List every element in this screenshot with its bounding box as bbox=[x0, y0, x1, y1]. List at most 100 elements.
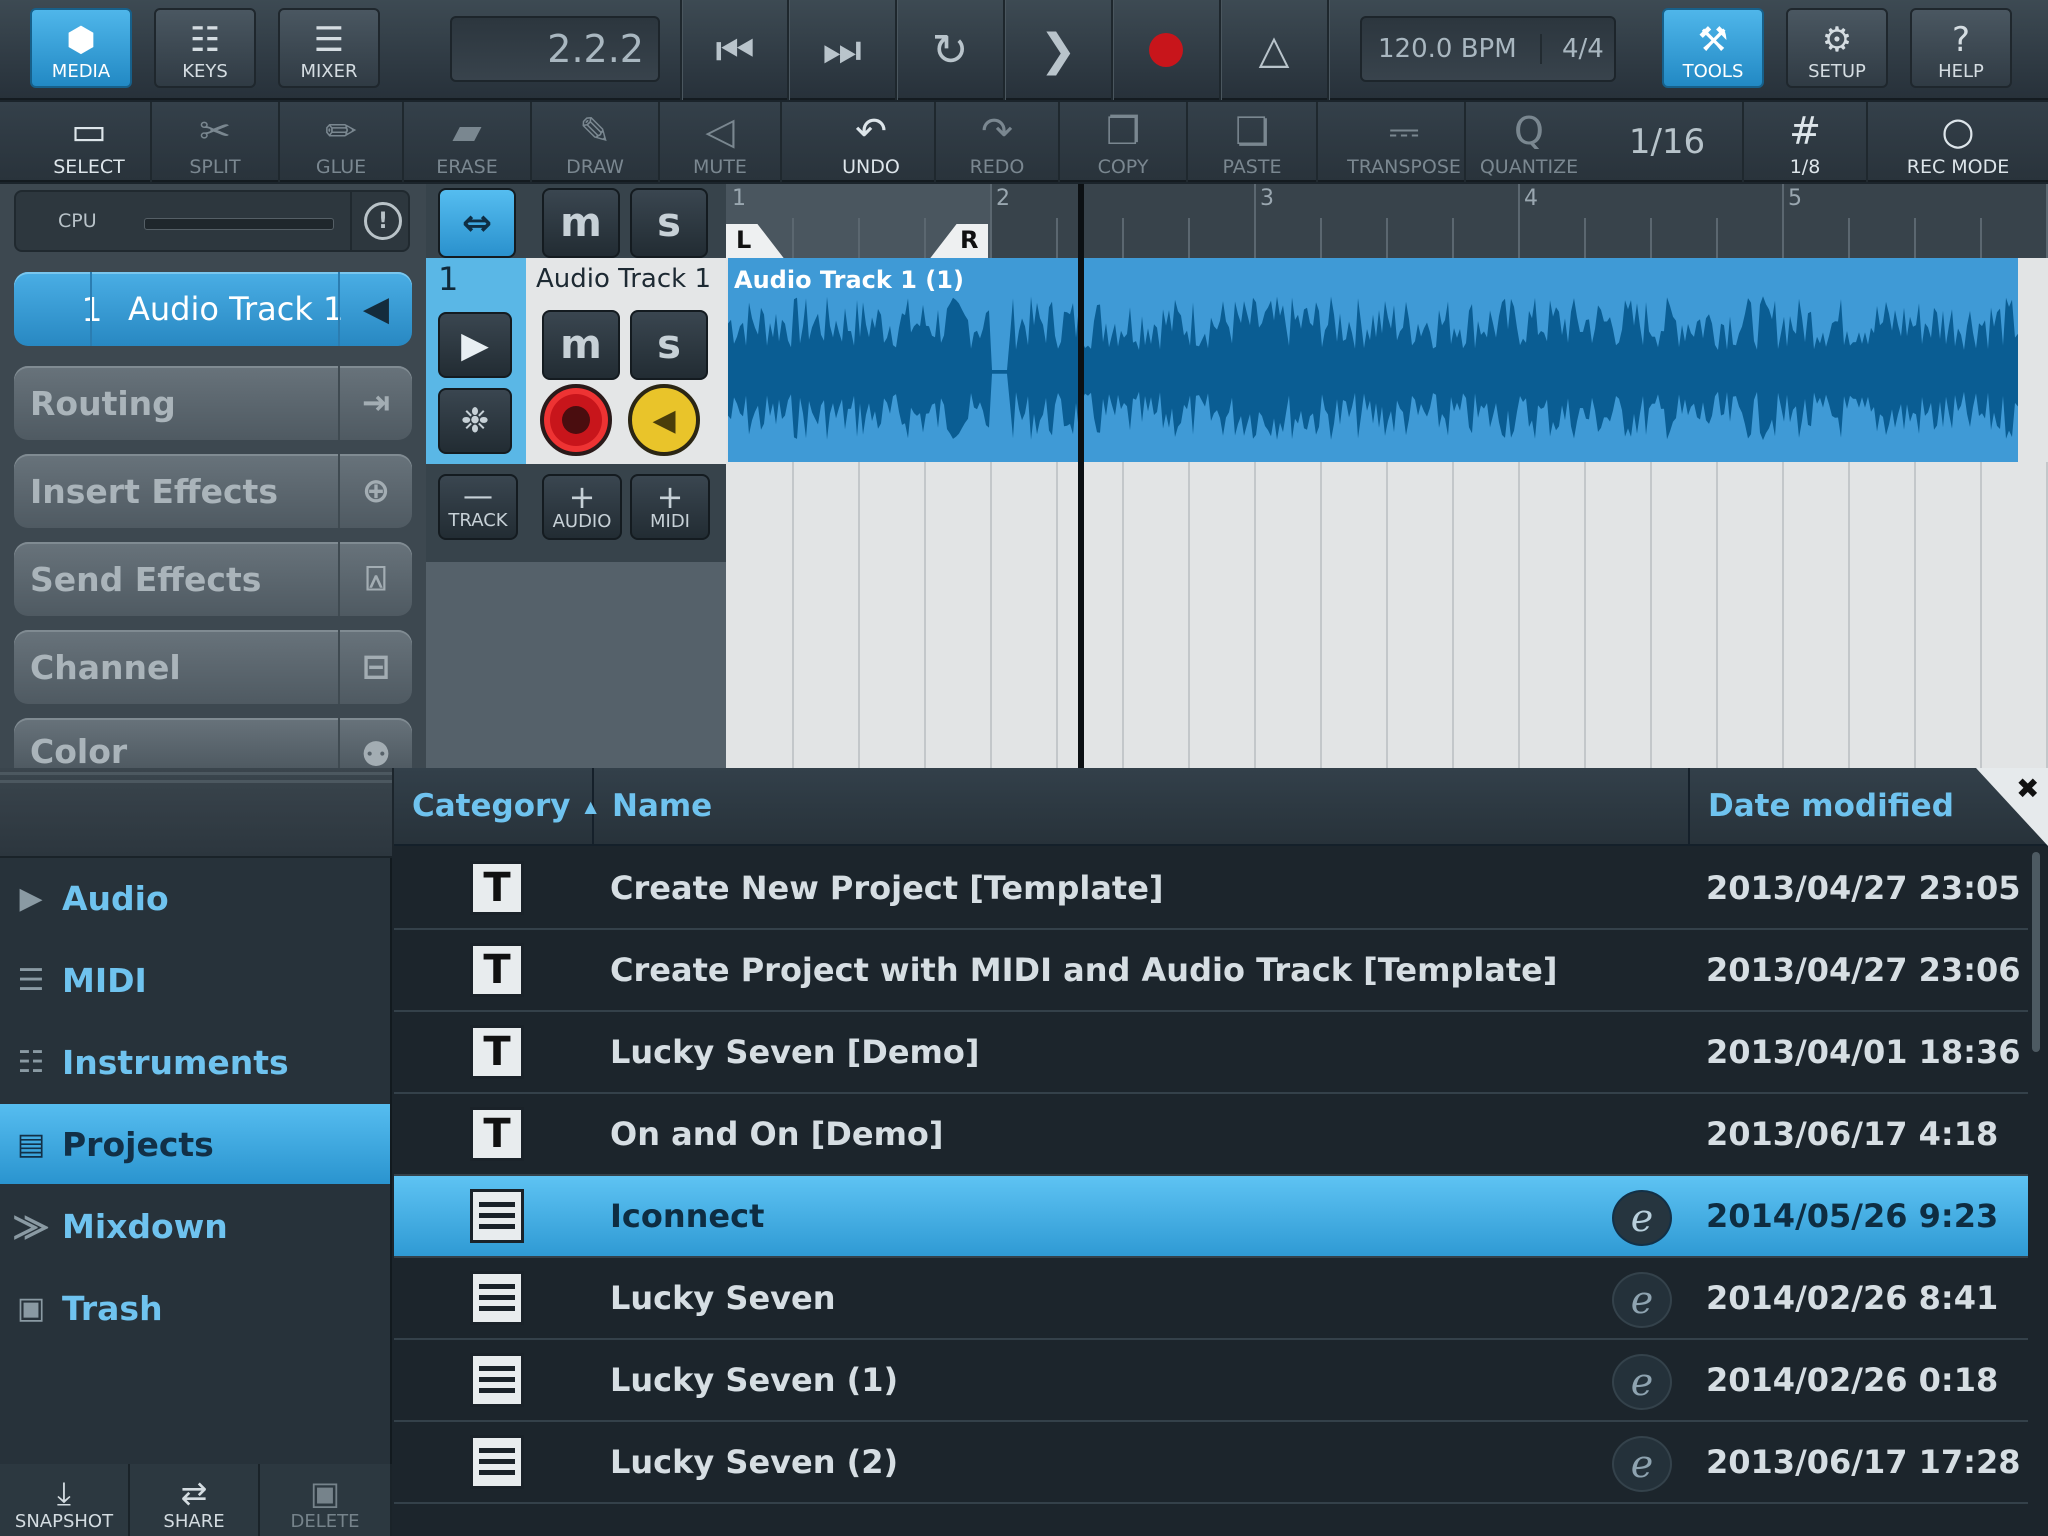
category-mixdown[interactable]: ⨠ Mixdown bbox=[0, 1186, 390, 1266]
loop-button[interactable]: ↻ bbox=[905, 18, 995, 82]
undo-button[interactable]: ↶ UNDO bbox=[808, 102, 936, 182]
tools-button[interactable]: ⚒ TOOLS bbox=[1662, 8, 1764, 88]
draw-label: DRAW bbox=[566, 156, 624, 178]
position-value: 2.2.2 bbox=[547, 27, 644, 71]
media-button[interactable]: ⬢ MEDIA bbox=[30, 8, 132, 88]
insert-effects-button[interactable]: Insert Effects ⊕ bbox=[14, 454, 412, 528]
edit-icon[interactable]: e bbox=[1612, 1190, 1672, 1246]
transpose-button[interactable]: ⎓ TRANSPOSE bbox=[1344, 102, 1466, 182]
media-browser: ▶ Audio ☰ MIDI ☷ Instruments ▤ Projects ⨠ Mix… bbox=[0, 768, 2048, 1536]
audio-clip[interactable]: Audio Track 1 (1) bbox=[728, 258, 2018, 462]
category-trash[interactable]: ▣ Trash bbox=[0, 1268, 390, 1348]
table-row[interactable]: T Create New Project [Template] 2013/04/27… bbox=[394, 848, 2028, 930]
track-expand-button[interactable]: ▶ bbox=[438, 312, 512, 378]
right-locator[interactable]: R bbox=[960, 226, 978, 254]
quantize-button[interactable]: Q QUANTIZE bbox=[1466, 102, 1592, 182]
split-tool[interactable]: ✂ SPLIT bbox=[152, 102, 280, 182]
delete-button[interactable]: ▣ DELETE bbox=[260, 1464, 392, 1536]
draw-tool[interactable]: ✎ DRAW bbox=[532, 102, 660, 182]
global-solo-button[interactable]: s bbox=[630, 188, 708, 258]
collapse-icon[interactable]: ◀ bbox=[338, 272, 412, 346]
category-audio[interactable]: ▶ Audio bbox=[0, 858, 390, 938]
table-row[interactable]: T Lucky Seven [Demo] 2013/04/01 18:36 bbox=[394, 1012, 2028, 1094]
grid-line bbox=[1980, 462, 1982, 768]
date-column-header[interactable]: Date modified bbox=[1690, 768, 2010, 844]
position-display[interactable]: 2.2.2 bbox=[450, 16, 660, 82]
add-audio-track-button[interactable]: + AUDIO bbox=[542, 474, 622, 540]
erase-tool[interactable]: ▰ ERASE bbox=[404, 102, 532, 182]
track-mute-button[interactable]: m bbox=[542, 310, 620, 380]
copy-button[interactable]: ❐ COPY bbox=[1060, 102, 1188, 182]
skip-to-end-button[interactable]: ⏭ bbox=[797, 18, 887, 82]
row-name: Create Project with MIDI and Audio Track… bbox=[610, 951, 1558, 989]
left-locator[interactable]: L bbox=[736, 226, 751, 254]
table-row[interactable]: T On and On [Demo] 2013/06/17 4:18 bbox=[394, 1094, 2028, 1176]
scrollbar[interactable] bbox=[2032, 852, 2040, 1052]
help-button[interactable]: ? HELP bbox=[1910, 8, 2012, 88]
send-effects-button[interactable]: Send Effects ⍓ bbox=[14, 542, 412, 616]
snapshot-button[interactable]: ⤓ SNAPSHOT bbox=[0, 1464, 130, 1536]
table-row[interactable]: T Create Project with MIDI and Audio Trac… bbox=[394, 930, 2028, 1012]
track-settings-button[interactable]: ❉ bbox=[438, 388, 512, 454]
play-button[interactable]: ❯ bbox=[1013, 18, 1103, 82]
routing-button[interactable]: Routing ⇥ bbox=[14, 366, 412, 440]
table-row[interactable]: Lucky Seven e 2014/02/26 8:41 bbox=[394, 1258, 2028, 1340]
playhead[interactable] bbox=[1078, 184, 1084, 768]
table-row[interactable]: Lucky Seven (2) e 2013/06/17 17:28 bbox=[394, 1422, 2028, 1504]
quantize-value[interactable]: 1/16 bbox=[1592, 102, 1744, 182]
glue-icon: ✏ bbox=[325, 109, 357, 153]
selected-track-button[interactable]: 1 Audio Track 1 ◀ bbox=[14, 272, 412, 346]
share-label: SHARE bbox=[163, 1511, 225, 1532]
record-arm-button[interactable] bbox=[540, 384, 612, 456]
add-midi-track-button[interactable]: + MIDI bbox=[630, 474, 710, 540]
color-button[interactable]: Color ⚉ bbox=[14, 718, 412, 768]
time-signature: 4/4 bbox=[1562, 34, 1604, 64]
edit-icon[interactable]: e bbox=[1612, 1436, 1672, 1492]
setup-button[interactable]: ⚙ SETUP bbox=[1786, 8, 1888, 88]
channel-label: Channel bbox=[30, 647, 181, 687]
arrange-view[interactable]: L R 1 2 3 4 5 Audio Track 1 (1) bbox=[726, 184, 2048, 768]
edit-icon[interactable]: e bbox=[1612, 1272, 1672, 1328]
glue-tool[interactable]: ✏ GLUE bbox=[280, 102, 404, 182]
share-button[interactable]: ⇄ SHARE bbox=[130, 1464, 260, 1536]
metronome-button[interactable]: △ bbox=[1229, 18, 1319, 82]
mute-tool[interactable]: ◁ MUTE bbox=[660, 102, 782, 182]
grid-line bbox=[1188, 462, 1190, 768]
bar-number: 4 bbox=[1524, 186, 1538, 211]
grid-button[interactable]: # 1/8 bbox=[1744, 102, 1868, 182]
ruler-tick bbox=[990, 184, 992, 258]
row-name: Lucky Seven (2) bbox=[610, 1443, 899, 1481]
edit-icon[interactable]: e bbox=[1612, 1354, 1672, 1410]
tempo-display[interactable]: 120.0 BPM 4/4 bbox=[1360, 16, 1616, 82]
table-row[interactable]: Iconnect e 2014/05/26 9:23 bbox=[394, 1176, 2028, 1258]
redo-button[interactable]: ↷ REDO bbox=[936, 102, 1060, 182]
track-solo-button[interactable]: s bbox=[630, 310, 708, 380]
name-column-header[interactable]: Name bbox=[594, 768, 1690, 844]
category-instruments[interactable]: ☷ Instruments bbox=[0, 1022, 390, 1102]
global-mute-button[interactable]: m bbox=[542, 188, 620, 258]
select-tool[interactable]: ▭ SELECT bbox=[28, 102, 152, 182]
category-column-header[interactable]: Category ▲ bbox=[394, 768, 597, 844]
record-button[interactable] bbox=[1121, 18, 1211, 82]
project-icon bbox=[470, 1189, 524, 1243]
row-name: Iconnect bbox=[610, 1197, 765, 1235]
quantize-icon: Q bbox=[1514, 109, 1544, 153]
skip-to-start-button[interactable]: ⏮ bbox=[690, 18, 780, 82]
ruler-tick bbox=[1518, 184, 1520, 258]
inspector-toggle-button[interactable]: ⇔ bbox=[438, 188, 516, 258]
keys-button[interactable]: ☷ KEYS bbox=[154, 8, 256, 88]
channel-button[interactable]: Channel ⊟ bbox=[14, 630, 412, 704]
paste-button[interactable]: ❏ PASTE bbox=[1188, 102, 1318, 182]
category-projects[interactable]: ▤ Projects bbox=[0, 1104, 390, 1184]
rec-mode-button[interactable]: ○ REC MODE bbox=[1868, 102, 2048, 182]
warning-icon[interactable]: ! bbox=[364, 202, 402, 240]
row-name: On and On [Demo] bbox=[610, 1115, 944, 1153]
table-row[interactable]: Lucky Seven (1) e 2014/02/26 0:18 bbox=[394, 1340, 2028, 1422]
category-midi[interactable]: ☰ MIDI bbox=[0, 940, 390, 1020]
mixer-button[interactable]: ☰ MIXER bbox=[278, 8, 380, 88]
monitor-button[interactable]: ◀ bbox=[628, 384, 700, 456]
remove-track-button[interactable]: — TRACK bbox=[438, 474, 518, 540]
copy-icon: ❐ bbox=[1105, 109, 1141, 153]
category-label: Projects bbox=[62, 1124, 214, 1164]
grid-line bbox=[1056, 462, 1058, 768]
